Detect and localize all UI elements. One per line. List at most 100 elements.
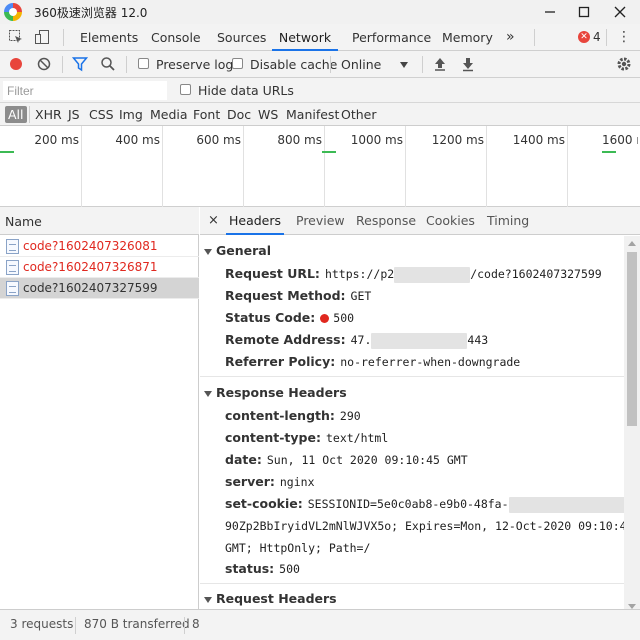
- clear-icon[interactable]: [36, 56, 52, 72]
- header-value: Sun, 11 Oct 2020 09:10:45 GMT: [266, 453, 468, 467]
- resource-type-filter-bar: All XHR JS CSS Img Media Font Doc WS Man…: [0, 103, 640, 126]
- browser-window: 360极速浏览器 12.0 Elements Console Sources N…: [0, 0, 640, 640]
- inspect-element-icon[interactable]: [8, 29, 24, 45]
- request-method-label: Request Method:: [225, 288, 346, 303]
- disable-cache-checkbox[interactable]: [232, 58, 243, 69]
- maximize-icon[interactable]: [566, 0, 602, 24]
- preserve-log-label: Preserve log: [156, 57, 234, 72]
- type-filter-img[interactable]: Img: [117, 106, 145, 123]
- browser-logo-icon: [4, 3, 22, 21]
- set-cookie-continuation: GMT; HttpOnly; Path=/: [225, 541, 371, 555]
- file-icon: [6, 239, 19, 254]
- tab-preview[interactable]: Preview: [296, 207, 345, 235]
- type-filter-xhr[interactable]: XHR: [33, 106, 64, 123]
- tab-performance[interactable]: Performance: [352, 24, 431, 51]
- set-cookie-continuation: 90Zp2BbIryidVL2mNlWJVX5o; Expires=Mon, 1…: [225, 519, 634, 533]
- timeline-overview[interactable]: 200 ms 400 ms 600 ms 800 ms 1000 ms 1200…: [0, 126, 640, 207]
- toolbar-divider: [62, 56, 63, 73]
- tab-cookies[interactable]: Cookies: [426, 207, 475, 235]
- general-section-header[interactable]: General: [204, 243, 271, 258]
- type-filter-css[interactable]: CSS: [87, 106, 116, 123]
- status-error-icon: [320, 314, 330, 323]
- type-filter-other[interactable]: Other: [339, 106, 379, 123]
- scrollbar-thumb[interactable]: [627, 252, 637, 426]
- content-length-row: content-length: 290: [225, 408, 361, 423]
- close-details-icon[interactable]: ×: [208, 213, 219, 228]
- hide-data-urls-checkbox[interactable]: [180, 84, 191, 95]
- record-icon[interactable]: [8, 56, 24, 72]
- section-title: Request Headers: [216, 591, 337, 606]
- type-filter-js[interactable]: JS: [66, 106, 82, 123]
- type-filter-doc[interactable]: Doc: [225, 106, 253, 123]
- request-row[interactable]: code?1602407326871: [0, 257, 199, 278]
- remote-address-port: 443: [467, 333, 489, 347]
- tab-network[interactable]: Network: [272, 24, 338, 51]
- filter-icon[interactable]: [71, 56, 89, 72]
- tab-sources[interactable]: Sources: [217, 24, 266, 51]
- tab-memory[interactable]: Memory: [442, 24, 493, 51]
- close-window-icon[interactable]: [602, 0, 638, 24]
- filter-bar: Hide data URLs: [0, 78, 640, 103]
- tab-elements[interactable]: Elements: [80, 24, 138, 51]
- server-row: server: nginx: [225, 474, 315, 489]
- request-details-panel: × Headers Preview Response Cookies Timin…: [200, 207, 640, 609]
- status-code-label: Status Code:: [225, 310, 316, 325]
- file-icon: [6, 281, 19, 296]
- header-value: nginx: [279, 475, 315, 489]
- header-key: status:: [225, 561, 275, 576]
- request-row[interactable]: code?1602407326081: [0, 236, 199, 257]
- timeline-label: 200 ms: [34, 133, 79, 147]
- filter-input[interactable]: [3, 81, 167, 100]
- content-type-row: content-type: text/html: [225, 430, 388, 445]
- tab-timing[interactable]: Timing: [487, 207, 529, 235]
- import-har-icon[interactable]: [432, 56, 448, 72]
- export-har-icon[interactable]: [460, 56, 476, 72]
- toolbar-divider: [63, 29, 64, 46]
- throttle-select[interactable]: Online: [338, 55, 416, 74]
- response-headers-section-header[interactable]: Response Headers: [204, 385, 347, 400]
- name-column-label: Name: [5, 214, 42, 229]
- network-toolbar: Preserve log Disable cache Online: [0, 51, 640, 78]
- toolbar-divider: [126, 56, 127, 73]
- preserve-log-checkbox[interactable]: [138, 58, 149, 69]
- timeline-gridline: [243, 126, 244, 207]
- throttle-value: Online: [341, 57, 382, 72]
- type-filter-manifest[interactable]: Manifest: [284, 106, 341, 123]
- error-count-badge[interactable]: ✕ 4: [578, 30, 601, 44]
- type-filter-font[interactable]: Font: [191, 106, 222, 123]
- request-count: 3 requests: [10, 617, 74, 631]
- status-row: status: 500: [225, 561, 300, 576]
- set-cookie-row: set-cookie: SESSIONID=5e0c0ab8-e9b0-48fa-…: [225, 496, 640, 513]
- devtools-menu-icon[interactable]: ⋮: [616, 29, 632, 45]
- redacted-block: [371, 332, 468, 349]
- window-title: 360极速浏览器 12.0: [34, 6, 148, 20]
- timeline-label: 400 ms: [115, 133, 160, 147]
- toolbar-divider: [184, 617, 185, 634]
- toolbar-divider: [75, 617, 76, 634]
- timeline-gridline: [81, 126, 82, 207]
- more-tabs-button[interactable]: »: [506, 24, 515, 51]
- tab-response[interactable]: Response: [356, 207, 416, 235]
- tab-console[interactable]: Console: [151, 24, 201, 51]
- search-icon[interactable]: [100, 56, 116, 72]
- timeline-gridline: [486, 126, 487, 207]
- header-key: date:: [225, 452, 262, 467]
- device-toolbar-icon[interactable]: [34, 29, 50, 45]
- tab-headers[interactable]: Headers: [226, 207, 284, 235]
- collapse-triangle-icon: [204, 596, 212, 603]
- timeline-label: 600 ms: [196, 133, 241, 147]
- timeline-label: 1400 ms: [512, 133, 565, 147]
- timeline-label: 800 ms: [277, 133, 322, 147]
- network-settings-gear-icon[interactable]: [616, 56, 632, 72]
- toolbar-divider: [606, 29, 607, 46]
- type-filter-ws[interactable]: WS: [256, 106, 280, 123]
- request-row[interactable]: code?1602407327599: [0, 278, 199, 299]
- type-filter-all[interactable]: All: [5, 106, 27, 123]
- name-column-header[interactable]: Name: [0, 207, 199, 235]
- minimize-icon[interactable]: [532, 0, 568, 24]
- request-headers-section-header[interactable]: Request Headers: [204, 591, 337, 606]
- type-filter-media[interactable]: Media: [148, 106, 190, 123]
- scroll-up-icon[interactable]: [628, 241, 636, 246]
- request-timing-bar: [602, 151, 616, 153]
- dropdown-arrow-icon: [400, 62, 408, 68]
